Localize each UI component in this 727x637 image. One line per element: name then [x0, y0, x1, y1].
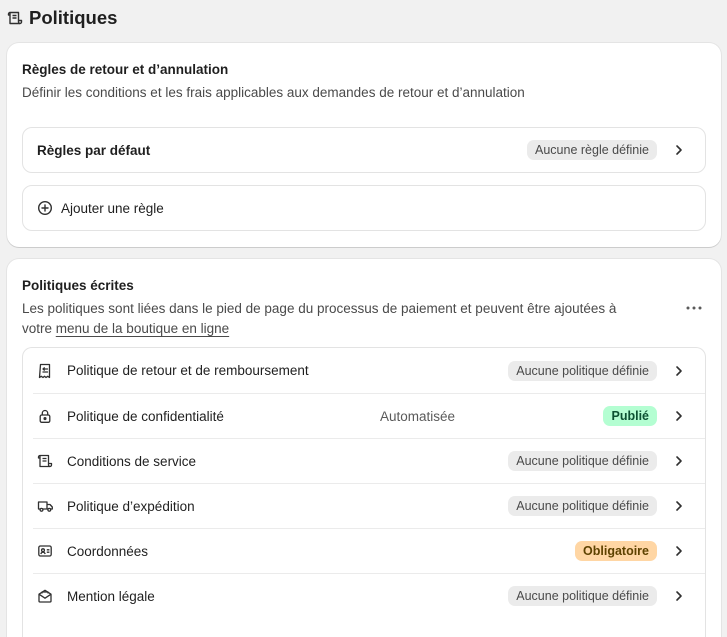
receipt-refund-icon [33, 363, 57, 379]
policy-row-legal[interactable]: Mention légale Aucune politique définie [33, 573, 705, 618]
policy-label: Politique de retour et de remboursement [67, 363, 309, 378]
chevron-right-icon [667, 365, 691, 377]
policy-list: Politique de retour et de remboursement … [22, 347, 706, 637]
chevron-right-icon [667, 545, 691, 557]
policy-row-contact[interactable]: Coordonnées Obligatoire [33, 528, 705, 573]
policy-row-refund[interactable]: Politique de retour et de remboursement … [33, 348, 705, 393]
policy-status-badge: Aucune politique définie [508, 496, 657, 516]
chevron-right-icon [667, 500, 691, 512]
policy-document-icon [7, 10, 23, 26]
add-rule-label: Ajouter une règle [61, 200, 164, 216]
return-rules-title: Règles de retour et d’annulation [22, 62, 229, 77]
written-policies-description-line1: Les politiques sont liées dans le pied d… [22, 301, 617, 316]
policy-label: Politique de confidentialité [67, 408, 224, 424]
chevron-right-icon [667, 144, 691, 156]
chevron-right-icon [667, 455, 691, 467]
more-horizontal-icon[interactable] [682, 299, 706, 317]
return-rules-description: Définir les conditions et les frais appl… [22, 85, 525, 100]
online-store-menu-link[interactable]: menu de la boutique en ligne [56, 321, 229, 336]
written-policies-description-prefix: votre [22, 321, 56, 336]
written-policies-title: Politiques écrites [22, 278, 134, 293]
chevron-right-icon [667, 410, 691, 422]
document-terms-icon [33, 453, 57, 469]
page-title: Politiques [29, 7, 118, 28]
page-header: Politiques [7, 6, 117, 30]
policy-label: Conditions de service [67, 453, 197, 469]
default-rules-row[interactable]: Règles par défaut Aucune règle définie [22, 127, 706, 173]
return-rules-card: Règles de retour et d’annulation Définir… [7, 43, 721, 247]
policy-label: Politique d’expédition [67, 498, 195, 514]
policy-status-badge: Publié [603, 406, 657, 426]
policy-status-badge: Obligatoire [575, 541, 657, 561]
default-rules-label: Règles par défaut [37, 142, 151, 158]
policy-row-terms[interactable]: Conditions de service Aucune politique d… [33, 438, 705, 483]
lock-icon [33, 408, 57, 424]
policy-status-badge: Aucune politique définie [508, 360, 657, 381]
contact-card-icon [33, 543, 57, 559]
delivery-truck-icon [33, 498, 57, 514]
policy-status-badge: Aucune politique définie [508, 586, 657, 606]
policy-label: Mention légale [67, 588, 155, 604]
written-policies-card: Politiques écrites Les politiques sont l… [7, 259, 721, 637]
chevron-right-icon [667, 590, 691, 602]
policy-status-badge: Aucune politique définie [508, 451, 657, 471]
written-policies-description: Les politiques sont liées dans le pied d… [22, 299, 662, 339]
policy-automation-status: Automatisée [380, 408, 456, 424]
add-rule-button[interactable]: Ajouter une règle [22, 185, 706, 231]
policy-label: Coordonnées [67, 543, 149, 559]
policy-row-privacy[interactable]: Politique de confidentialité Automatisée… [33, 393, 705, 438]
default-rules-badge: Aucune règle définie [527, 140, 657, 160]
plus-circle-icon [37, 200, 53, 216]
policy-row-shipping[interactable]: Politique d’expédition Aucune politique … [33, 483, 705, 528]
legal-mail-icon [33, 588, 57, 604]
